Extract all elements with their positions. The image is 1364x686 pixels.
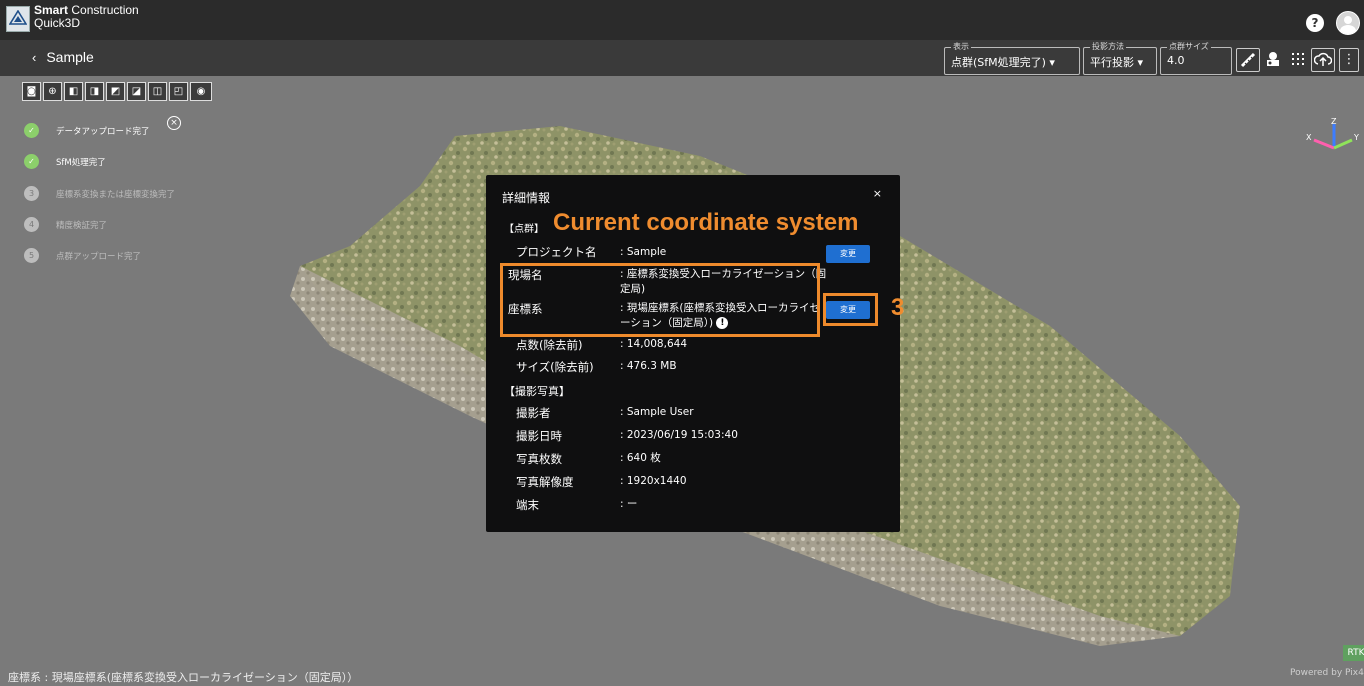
axis-y-label: Y bbox=[1353, 133, 1359, 142]
app-header: Smart Construction Quick3D ? bbox=[0, 0, 1364, 40]
project-title: Sample bbox=[46, 49, 94, 65]
axis-x-label: X bbox=[1306, 133, 1312, 142]
brand-rest: Construction bbox=[68, 3, 139, 17]
change-project-name-button[interactable]: 変更 bbox=[826, 245, 870, 263]
section-pointcloud: 【点群】 bbox=[504, 224, 544, 235]
cloud-upload-icon[interactable] bbox=[1311, 48, 1335, 72]
row-photographer-value: : Sample User bbox=[620, 406, 694, 418]
step-label: 点群アップロード完了 bbox=[56, 252, 142, 262]
section-photos: 【撮影写真】 bbox=[504, 385, 570, 398]
logo-mark-icon bbox=[9, 10, 27, 25]
measure-ruler-icon[interactable] bbox=[1236, 48, 1260, 72]
annotation-step-number: 3 bbox=[891, 294, 905, 321]
display-mode-value: 点群(SfM処理完了) ▾ bbox=[951, 56, 1055, 69]
row-photo-count-value: : 640 枚 bbox=[620, 452, 661, 464]
projection-label: 投影方法 bbox=[1090, 41, 1126, 52]
display-mode-select[interactable]: 表示 点群(SfM処理完了) ▾ bbox=[944, 41, 1080, 75]
point-size-label: 点群サイズ bbox=[1167, 41, 1211, 52]
close-steps-button[interactable]: × bbox=[167, 116, 181, 130]
projection-value: 平行投影 ▾ bbox=[1090, 56, 1144, 69]
annotation-title: Current coordinate system bbox=[553, 209, 859, 236]
more-menu-icon[interactable]: ⋮ bbox=[1339, 48, 1359, 72]
row-device-key: 端末 bbox=[516, 498, 539, 512]
camera-position-icon[interactable] bbox=[1262, 48, 1284, 70]
rtk-badge: RTK bbox=[1343, 645, 1364, 661]
brand-product: Quick3D bbox=[34, 16, 81, 30]
row-project-name-key: プロジェクト名 bbox=[516, 245, 597, 259]
display-mode-text: 点群(SfM処理完了) bbox=[951, 56, 1046, 69]
brand-logo bbox=[6, 6, 30, 32]
step-label: SfM処理完了 bbox=[56, 158, 106, 168]
project-bar: ‹ Sample 表示 点群(SfM処理完了) ▾ 投影方法 平行投影 ▾ 点群サ… bbox=[0, 40, 1364, 76]
user-avatar[interactable] bbox=[1336, 11, 1360, 35]
step-check-icon: ✓ bbox=[24, 154, 39, 169]
grid-icon[interactable] bbox=[1287, 48, 1309, 70]
display-mode-label: 表示 bbox=[951, 41, 971, 52]
step-check-icon: ✓ bbox=[24, 123, 39, 138]
coordinate-status-text: 座標系 : 現場座標系(座標系変換受入ローカライゼーション（固定局）） bbox=[8, 671, 359, 684]
brand-bold: Smart bbox=[34, 3, 69, 17]
step-number-badge: 4 bbox=[24, 217, 39, 232]
chevron-left-icon: ‹ bbox=[32, 50, 37, 65]
projection-select[interactable]: 投影方法 平行投影 ▾ bbox=[1083, 41, 1157, 75]
back-to-projects-link[interactable]: ‹ Sample bbox=[32, 49, 94, 65]
annotation-button-highlight bbox=[823, 293, 878, 326]
row-size-key: サイズ(除去前) bbox=[516, 360, 594, 374]
point-size-field[interactable]: 点群サイズ 4.0 bbox=[1160, 41, 1232, 75]
step-number-badge: 5 bbox=[24, 248, 39, 263]
row-photographer-key: 撮影者 bbox=[516, 406, 551, 420]
powered-by-label: Powered by Pix4D bbox=[1290, 668, 1364, 678]
point-size-value: 4.0 bbox=[1167, 54, 1185, 67]
row-point-count-key: 点数(除去前) bbox=[516, 338, 583, 352]
axis-z-label: Z bbox=[1331, 118, 1337, 126]
step-number-badge: 3 bbox=[24, 186, 39, 201]
row-shoot-datetime-key: 撮影日時 bbox=[516, 429, 562, 443]
step-label: データアップロード完了 bbox=[56, 127, 150, 137]
row-shoot-datetime-value: : 2023/06/19 15:03:40 bbox=[620, 429, 738, 441]
step-label: 精度検証完了 bbox=[56, 221, 108, 231]
row-photo-count-key: 写真枚数 bbox=[516, 452, 562, 466]
projection-text: 平行投影 bbox=[1090, 56, 1134, 69]
row-point-count-value: : 14,008,644 bbox=[620, 338, 687, 350]
axis-gizmo: Z X Y bbox=[1306, 118, 1359, 150]
row-project-name-value: : Sample bbox=[620, 246, 667, 258]
row-resolution-key: 写真解像度 bbox=[516, 475, 574, 489]
dialog-title: 詳細情報 bbox=[502, 191, 551, 205]
dialog-close-button[interactable]: × bbox=[873, 187, 882, 200]
help-button[interactable]: ? bbox=[1306, 14, 1324, 32]
step-label: 座標系変換または座標変換完了 bbox=[56, 190, 176, 200]
row-size-value: : 476.3 MB bbox=[620, 360, 677, 372]
row-device-value: : ー bbox=[620, 498, 638, 510]
annotation-highlight-box bbox=[500, 263, 820, 337]
row-resolution-value: : 1920x1440 bbox=[620, 475, 687, 487]
